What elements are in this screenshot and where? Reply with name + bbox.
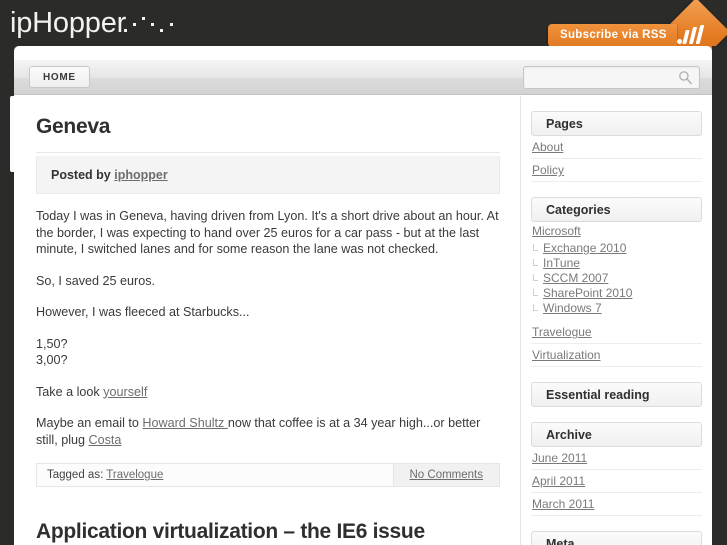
widget-title-essential-reading: Essential reading: [531, 382, 702, 407]
main-navigation-bar: HOME: [14, 59, 712, 95]
tag-link-travelogue[interactable]: Travelogue: [106, 469, 163, 481]
widget-title-categories: Categories: [531, 197, 702, 222]
price-line-2: 3,00?: [36, 353, 68, 367]
widget-title-pages: Pages: [531, 111, 702, 136]
nav-item-list: HOME: [29, 66, 90, 88]
list-item[interactable]: Exchange 2010: [531, 241, 702, 256]
no-comments-link[interactable]: No Comments: [410, 469, 484, 481]
sidebar-link-april-2011[interactable]: April 2011: [532, 474, 585, 488]
list-item[interactable]: InTune: [531, 256, 702, 271]
tagged-as: Tagged as: Travelogue: [37, 464, 163, 486]
post-paragraph-3: However, I was fleeced at Starbucks...: [36, 305, 250, 319]
list-item[interactable]: Microsoft: [531, 222, 702, 241]
sidebar-link-intune[interactable]: InTune: [543, 256, 580, 270]
list-item[interactable]: About: [531, 136, 702, 159]
sidebar-link-sharepoint-2010[interactable]: SharePoint 2010: [543, 286, 632, 300]
widget-list-archive: June 2011 April 2011 March 2011: [531, 447, 702, 516]
post-footer: Tagged as: Travelogue No Comments: [36, 463, 500, 487]
post-title: Application virtualization – the IE6 iss…: [36, 520, 425, 543]
posted-by-label: Posted by: [51, 168, 111, 182]
nav-item-home[interactable]: HOME: [29, 66, 90, 88]
right-edge-strip: [712, 46, 727, 545]
sidebar-link-windows-7[interactable]: Windows 7: [543, 301, 602, 315]
sidebar-link-travelogue[interactable]: Travelogue: [532, 325, 592, 339]
list-item[interactable]: April 2011: [531, 470, 702, 493]
post-meta: Posted by iphopper: [36, 156, 500, 194]
post-paragraph-1: Today I was in Geneva, having driven fro…: [36, 209, 499, 256]
post-paragraph-2: So, I saved 25 euros.: [36, 273, 156, 288]
widget-pages: Pages About Policy: [531, 111, 702, 182]
howard-shultz-link[interactable]: Howard Shultz: [142, 416, 227, 430]
price-line-1: 1,50?: [36, 336, 68, 351]
take-a-look-paragraph: Take a look yourself: [36, 384, 500, 401]
widget-meta: Meta: [531, 531, 702, 545]
sidebar: Pages About Policy Categories Microsoft …: [521, 96, 712, 545]
list-item[interactable]: SharePoint 2010: [531, 286, 702, 301]
main-content-column: Geneva Posted by iphopper Today I was in…: [14, 96, 520, 545]
sidebar-link-sccm-2007[interactable]: SCCM 2007: [543, 271, 608, 285]
widget-list-pages: About Policy: [531, 136, 702, 182]
site-logo[interactable]: ipHopper: [10, 6, 126, 40]
comments-cell[interactable]: No Comments: [392, 464, 499, 486]
left-edge-tab[interactable]: [0, 152, 9, 186]
search-box[interactable]: [523, 66, 700, 90]
sidebar-link-virtualization[interactable]: Virtualization: [532, 348, 600, 362]
post-title: Geneva: [36, 115, 111, 138]
list-item[interactable]: SCCM 2007: [531, 271, 702, 286]
final-prefix-text: Maybe an email to: [36, 416, 143, 430]
title-divider: [36, 152, 500, 153]
search-input[interactable]: [530, 67, 674, 90]
post-application-virtualization: Application virtualization – the IE6 iss…: [14, 520, 520, 544]
subscribe-rss-label: Subscribe via RSS: [548, 24, 677, 47]
list-item[interactable]: March 2011: [531, 493, 702, 516]
widget-title-meta: Meta: [531, 531, 702, 545]
sidebar-link-about[interactable]: About: [532, 140, 563, 154]
sidebar-link-policy[interactable]: Policy: [532, 163, 564, 177]
list-item[interactable]: June 2011: [531, 447, 702, 470]
search-icon[interactable]: [678, 70, 693, 85]
sidebar-link-exchange-2010[interactable]: Exchange 2010: [543, 241, 626, 255]
widget-essential-reading: Essential reading: [531, 382, 702, 407]
sidebar-link-june-2011[interactable]: June 2011: [532, 451, 587, 465]
costa-link[interactable]: Costa: [89, 433, 122, 447]
rss-icon: [676, 25, 705, 46]
widget-archive: Archive June 2011 April 2011 March 2011: [531, 422, 702, 516]
post-geneva: Geneva Posted by iphopper Today I was in…: [14, 115, 520, 487]
widget-list-categories: Microsoft Exchange 2010 InTune SCCM 2007…: [531, 222, 702, 367]
widget-categories: Categories Microsoft Exchange 2010 InTun…: [531, 197, 702, 367]
tagged-as-label: Tagged as:: [47, 469, 104, 481]
sidebar-link-march-2011[interactable]: March 2011: [532, 497, 594, 511]
list-item[interactable]: Windows 7: [531, 301, 702, 316]
subscribe-rss-button[interactable]: Subscribe via RSS: [548, 0, 727, 66]
final-paragraph: Maybe an email to Howard Shultz now that…: [36, 415, 500, 448]
take-a-look-text: Take a look: [36, 384, 104, 399]
post-body: Today I was in Geneva, having driven fro…: [36, 208, 500, 448]
logo-dots-decoration: [122, 14, 182, 36]
list-item[interactable]: Policy: [531, 159, 702, 182]
list-item[interactable]: Travelogue: [531, 321, 702, 344]
left-edge-highlight: [10, 96, 14, 172]
widget-title-archive: Archive: [531, 422, 702, 447]
list-item[interactable]: Virtualization: [531, 344, 702, 367]
page-root: ipHopper Subscribe via RSS HOME Geneva P…: [0, 0, 727, 545]
yourself-link[interactable]: yourself: [103, 385, 147, 399]
sidebar-link-microsoft[interactable]: Microsoft: [532, 224, 581, 238]
post-prices: 1,50? 3,00?: [36, 336, 500, 369]
post-author-link[interactable]: iphopper: [114, 168, 167, 182]
site-header: ipHopper Subscribe via RSS: [0, 0, 727, 66]
